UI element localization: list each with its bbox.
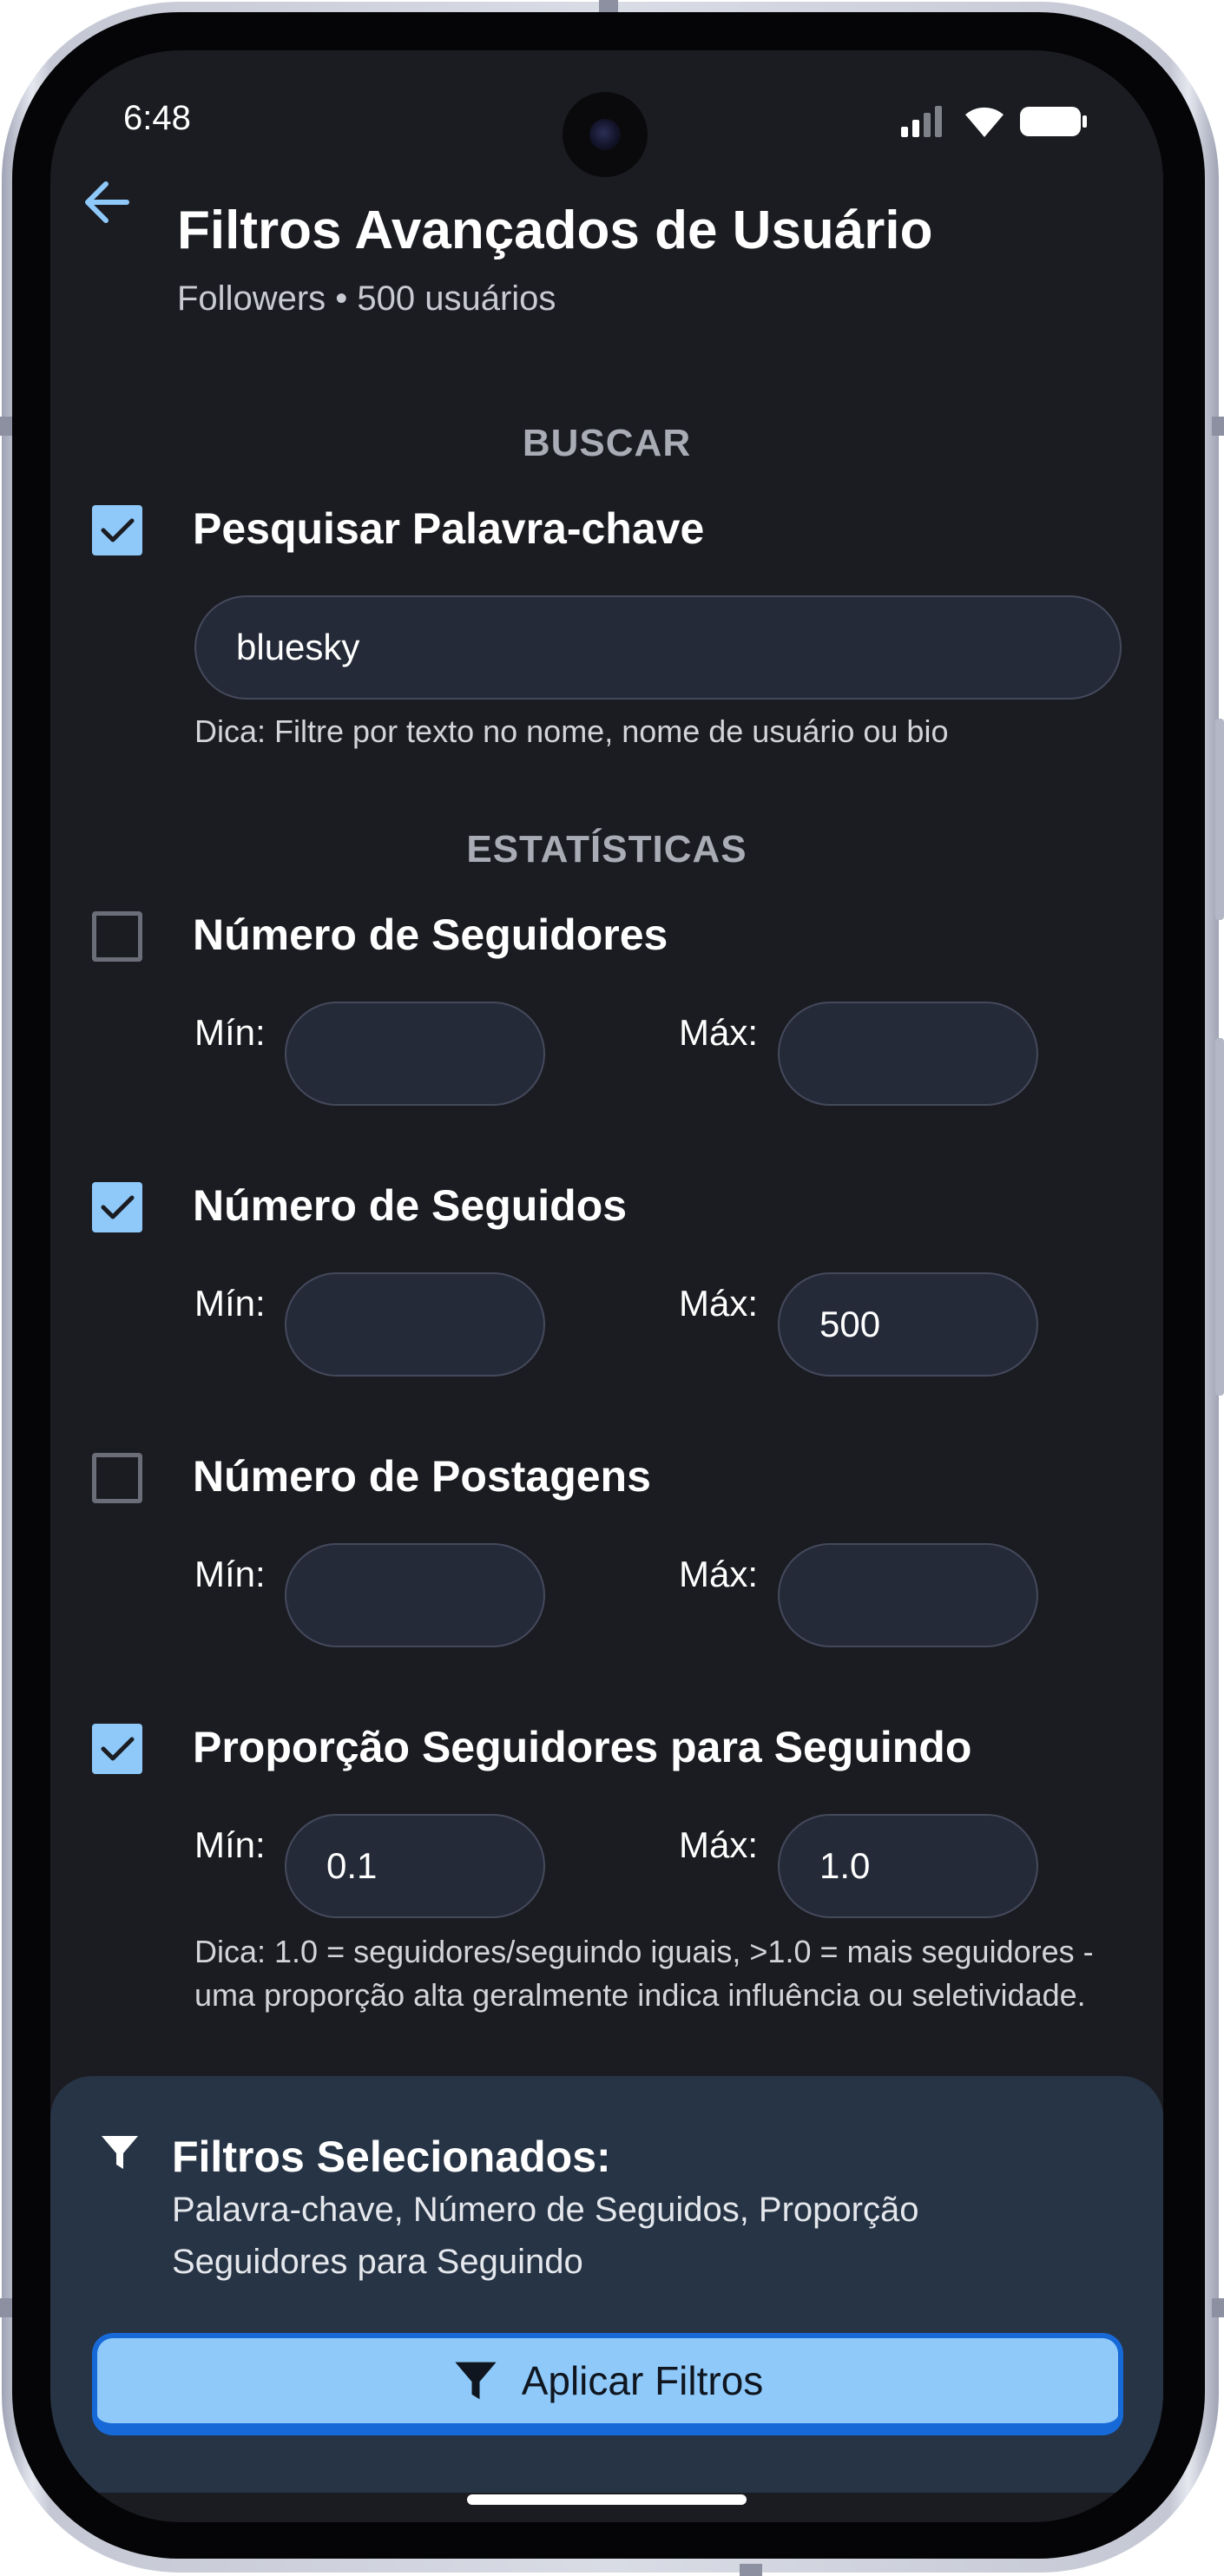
filter-icon (455, 2362, 497, 2400)
selected-filters-list: Palavra-chave, Número de Seguidos, Propo… (172, 2191, 919, 2281)
followers-min-label: Mín: (194, 1012, 266, 1053)
battery-icon (1020, 107, 1087, 136)
section-heading-stats: ESTATÍSTICAS (466, 828, 747, 871)
selected-filters-panel: Filtros Selecionados: Palavra-chave, Núm… (50, 2076, 1163, 2493)
antenna-band (0, 417, 12, 436)
following-count-checkbox[interactable] (92, 1182, 142, 1232)
antenna-band (599, 0, 618, 12)
volume-button (1215, 719, 1224, 920)
front-camera (563, 92, 648, 177)
antenna-band (740, 2564, 762, 2576)
ratio-hint-line-1: Dica: 1.0 = seguidores/seguindo iguais, … (194, 1934, 1094, 1969)
ratio-checkbox[interactable] (92, 1724, 142, 1774)
back-button[interactable] (76, 172, 137, 233)
following-min-input[interactable] (285, 1272, 545, 1377)
posts-max-label: Máx: (679, 1554, 759, 1594)
followers-count-label: Número de Seguidores (193, 910, 668, 959)
signal-icon (901, 106, 942, 137)
status-icons (899, 104, 1087, 139)
posts-min-label: Mín: (194, 1554, 266, 1594)
following-min-label: Mín: (194, 1283, 266, 1324)
filter-icon (102, 2136, 138, 2169)
posts-max-input[interactable] (778, 1543, 1038, 1647)
ratio-label: Proporção Seguidores para Seguindo (193, 1723, 972, 1771)
screen: 6:48 Filtros Avançados de Usuário Follow… (50, 50, 1163, 2522)
posts-count-checkbox[interactable] (92, 1453, 142, 1503)
keyword-filter-label: Pesquisar Palavra-chave (193, 504, 705, 553)
check-icon (101, 1195, 135, 1219)
followers-min-input[interactable] (285, 1002, 545, 1106)
page-subtitle: Followers • 500 usuários (177, 279, 556, 318)
check-icon (101, 1737, 135, 1761)
apply-filters-button[interactable]: Aplicar Filtros (92, 2333, 1123, 2435)
ratio-hint-line-2: uma proporção alta geralmente indica inf… (194, 1977, 1086, 2013)
followers-count-checkbox[interactable] (92, 911, 142, 962)
keyword-input[interactable] (194, 595, 1122, 700)
check-icon (101, 518, 135, 542)
following-max-label: Máx: (679, 1283, 759, 1324)
posts-count-label: Número de Postagens (193, 1452, 651, 1501)
power-button (1215, 1038, 1224, 1396)
posts-min-input[interactable] (285, 1543, 545, 1647)
section-heading-search: BUSCAR (522, 422, 692, 464)
antenna-band (1212, 417, 1224, 436)
apply-filters-label: Aplicar Filtros (521, 2358, 764, 2403)
ratio-max-input[interactable] (778, 1814, 1038, 1918)
following-max-input[interactable] (778, 1272, 1038, 1377)
keyword-checkbox[interactable] (92, 505, 142, 555)
following-count-label: Número de Seguidos (193, 1181, 628, 1230)
antenna-band (0, 2298, 12, 2317)
home-indicator[interactable] (467, 2494, 747, 2505)
arrow-left-icon (85, 181, 129, 223)
followers-max-label: Máx: (679, 1012, 759, 1053)
keyword-hint: Dica: Filtre por texto no nome, nome de … (194, 713, 949, 749)
ratio-min-label: Mín: (194, 1824, 266, 1865)
ratio-max-label: Máx: (679, 1824, 759, 1865)
selected-filters-title: Filtros Selecionados: (172, 2132, 611, 2181)
ratio-min-input[interactable] (285, 1814, 545, 1918)
page-title: Filtros Avançados de Usuário (177, 200, 933, 260)
followers-max-input[interactable] (778, 1002, 1038, 1106)
wifi-icon (965, 107, 1004, 137)
status-time: 6:48 (123, 99, 191, 137)
antenna-band (1212, 2298, 1224, 2317)
